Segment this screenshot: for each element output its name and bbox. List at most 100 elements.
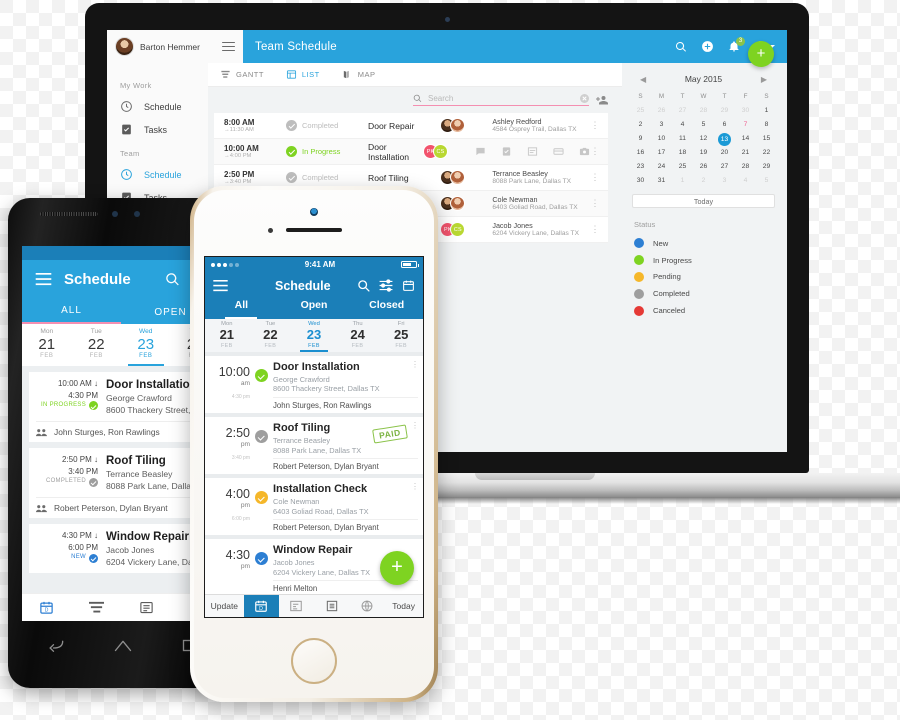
legend-item-completed[interactable]: Completed [630, 285, 777, 302]
add-person-icon[interactable] [596, 94, 608, 106]
chevron-right-icon[interactable]: ▶ [761, 75, 767, 84]
sidebar-item-my-tasks[interactable]: Tasks [107, 118, 208, 141]
calendar-day[interactable]: 18 [672, 147, 693, 159]
hamburger-icon[interactable] [35, 272, 52, 286]
legend-item-new[interactable]: New [630, 235, 777, 252]
sidebar-item-my-schedule[interactable]: Schedule [107, 95, 208, 118]
gantt-icon[interactable] [89, 601, 105, 614]
tab-calendar[interactable]: D [243, 595, 279, 617]
tab-open[interactable]: Open [278, 299, 351, 319]
tab-all[interactable]: ALL [22, 305, 121, 324]
list-icon[interactable] [139, 600, 154, 615]
tab-list[interactable]: LIST [286, 69, 320, 80]
sidebar-item-team-schedule[interactable]: Schedule [107, 163, 208, 186]
iphone-home-button[interactable] [291, 638, 337, 684]
search-icon[interactable] [675, 41, 687, 53]
calendar-day[interactable]: 15 [756, 133, 777, 145]
day-cell[interactable]: Fri 25 FEB [379, 319, 423, 352]
calendar-day[interactable]: 29 [714, 105, 735, 117]
calendar-icon[interactable]: D [39, 600, 54, 615]
sliders-icon[interactable] [379, 279, 393, 292]
calendar-day[interactable]: 30 [630, 175, 651, 187]
calendar-day[interactable]: 22 [756, 147, 777, 159]
today-button[interactable]: Today [384, 595, 423, 617]
task-icon[interactable] [501, 146, 512, 157]
notes-icon[interactable] [527, 146, 538, 157]
calendar-day[interactable]: 3 [651, 119, 672, 131]
calendar-day[interactable]: 20 [714, 147, 735, 159]
legend-item-in-progress[interactable]: In Progress [630, 252, 777, 269]
search-icon[interactable] [165, 272, 180, 287]
calendar-day[interactable]: 29 [756, 161, 777, 173]
calendar-day[interactable]: 14 [735, 133, 756, 145]
calendar-day[interactable]: 27 [714, 161, 735, 173]
calendar-day[interactable]: 19 [693, 147, 714, 159]
comment-icon[interactable] [475, 146, 486, 157]
calendar-day[interactable]: 25 [630, 105, 651, 117]
search-icon[interactable] [357, 279, 370, 292]
tab-gantt[interactable]: GANTT [220, 69, 264, 80]
row-menu-icon[interactable]: ⋮ [590, 121, 600, 130]
calendar-day[interactable]: 24 [651, 161, 672, 173]
hamburger-icon[interactable] [222, 39, 235, 53]
calendar-day[interactable]: 2 [693, 175, 714, 187]
camera-icon[interactable] [579, 146, 590, 157]
calendar-day[interactable]: 5 [756, 175, 777, 187]
update-button[interactable]: Update [205, 595, 244, 617]
calendar-day[interactable]: 12 [693, 133, 714, 145]
add-fab-button[interactable]: + [380, 551, 414, 585]
today-button[interactable]: Today [632, 194, 775, 208]
table-row[interactable]: 10:00 AM →4:00 PM In Progress Door Insta… [214, 139, 608, 165]
row-menu-icon[interactable]: ⋮ [590, 173, 600, 182]
day-cell[interactable]: Thu 24 FEB [336, 319, 380, 352]
list-item[interactable]: 4:00 pm 6:00 pm Installation Check Cole … [205, 478, 423, 536]
calendar-day[interactable]: 21 [735, 147, 756, 159]
tab-list[interactable] [314, 595, 349, 617]
list-item[interactable]: 2:50 PM ↓ 3:40 PM COMPLETED Roof Tiling … [29, 448, 213, 519]
tab-map[interactable]: MAP [342, 69, 376, 80]
calendar-day[interactable]: 3 [714, 175, 735, 187]
tab-closed[interactable]: Closed [350, 299, 423, 319]
list-item[interactable]: 2:50 pm 3:40 pm Roof Tiling Terrance Bea… [205, 417, 423, 475]
day-cell[interactable]: Mon 21 FEB [22, 324, 72, 366]
calendar-day[interactable]: 23 [630, 161, 651, 173]
tab-gantt[interactable] [279, 595, 314, 617]
clear-icon[interactable] [580, 94, 589, 103]
calendar-day[interactable]: 17 [651, 147, 672, 159]
calendar-day[interactable]: 10 [651, 133, 672, 145]
calendar-day[interactable]: 28 [735, 161, 756, 173]
tab-map[interactable] [349, 595, 384, 617]
hamburger-icon[interactable] [213, 279, 228, 292]
row-menu-icon[interactable]: ⋮ [590, 225, 600, 234]
calendar-day[interactable]: 2 [630, 119, 651, 131]
calendar-day-selected[interactable]: 13 [718, 133, 731, 146]
calendar-day[interactable]: 16 [630, 147, 651, 159]
day-cell-selected[interactable]: Wed 23 FEB [292, 319, 336, 352]
row-menu-icon[interactable]: ⋮ [411, 422, 419, 430]
list-item[interactable]: 10:00 AM ↓ 4:30 PM IN PROGRESS Door Inst… [29, 372, 213, 443]
calendar-day[interactable]: 27 [672, 105, 693, 117]
row-menu-icon[interactable]: ⋮ [411, 361, 419, 369]
search-input[interactable] [428, 94, 574, 103]
calendar-day[interactable]: 1 [756, 105, 777, 117]
calendar-day[interactable]: 26 [693, 161, 714, 173]
legend-item-canceled[interactable]: Canceled [630, 302, 777, 319]
tab-all[interactable]: All [205, 299, 278, 319]
payment-icon[interactable] [553, 146, 564, 157]
add-fab-button[interactable]: + [748, 41, 774, 67]
calendar-day[interactable]: 25 [672, 161, 693, 173]
calendar-day[interactable]: 31 [651, 175, 672, 187]
calendar-day[interactable]: 28 [693, 105, 714, 117]
row-menu-icon[interactable]: ⋮ [590, 147, 600, 156]
home-icon[interactable] [113, 638, 133, 653]
back-icon[interactable] [46, 638, 66, 653]
calendar-day[interactable]: 5 [693, 119, 714, 131]
calendar-day[interactable]: 30 [735, 105, 756, 117]
calendar-day[interactable]: 7 [735, 119, 756, 131]
user-profile-strip[interactable]: Barton Hemmer [107, 30, 243, 63]
calendar-day[interactable]: 11 [672, 133, 693, 145]
add-circle-icon[interactable] [701, 40, 714, 53]
notifications[interactable]: 3 [728, 37, 745, 53]
day-cell[interactable]: Tue 22 FEB [72, 324, 122, 366]
calendar-day[interactable]: 6 [714, 119, 735, 131]
